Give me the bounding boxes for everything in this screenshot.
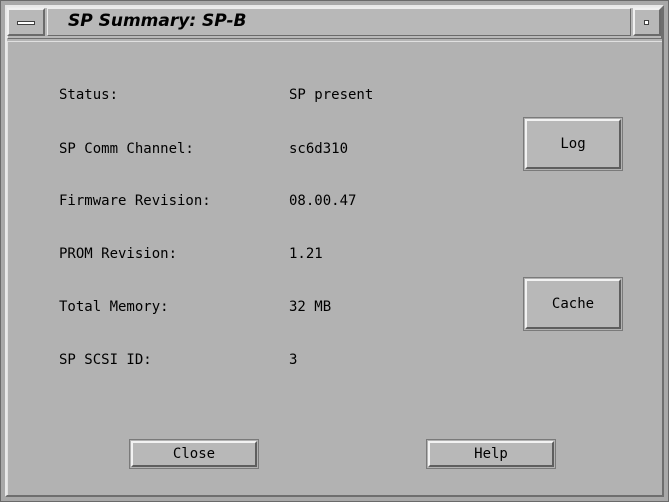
minimize-icon <box>644 20 649 25</box>
help-button[interactable]: Help <box>428 441 554 467</box>
window-menu-button[interactable] <box>7 8 45 36</box>
firmware-revision-value: 08.00.47 <box>289 193 357 209</box>
comm-channel-value: sc6d310 <box>289 141 349 157</box>
minimize-button[interactable] <box>633 8 661 36</box>
prom-revision-value: 1.21 <box>289 246 323 262</box>
total-memory-value: 32 MB <box>289 299 332 315</box>
status-value: SP present <box>289 87 374 103</box>
close-button[interactable]: Close <box>131 441 257 467</box>
comm-channel-label: SP Comm Channel: <box>59 141 194 157</box>
content-panel <box>7 41 662 495</box>
scsi-id-value: 3 <box>289 352 298 368</box>
prom-revision-label: PROM Revision: <box>59 246 178 262</box>
title-area[interactable]: SP Summary: SP-B <box>47 8 631 36</box>
total-memory-label: Total Memory: <box>59 299 169 315</box>
window-menu-icon <box>17 21 35 25</box>
firmware-revision-label: Firmware Revision: <box>59 193 211 209</box>
cache-button[interactable]: Cache <box>525 279 621 329</box>
dialog-window: SP Summary: SP-B Status: SP present SP C… <box>0 0 669 502</box>
scsi-id-label: SP SCSI ID: <box>59 352 152 368</box>
log-button[interactable]: Log <box>525 119 621 169</box>
status-label: Status: <box>59 87 119 103</box>
window-title: SP Summary: SP-B <box>68 11 247 31</box>
